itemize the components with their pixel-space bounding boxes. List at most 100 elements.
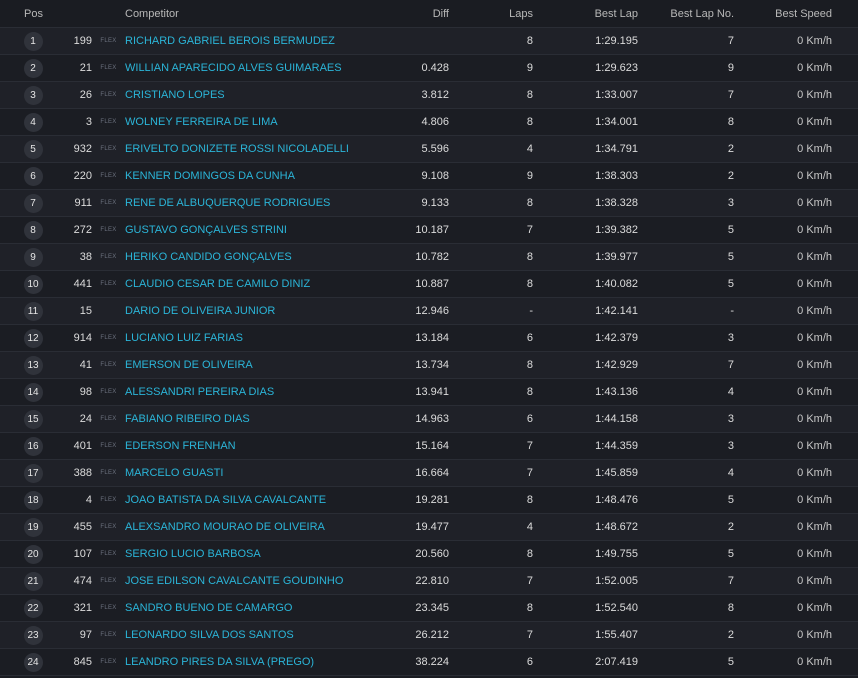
position-badge: 20 (23, 544, 43, 564)
best-lap-no-value: 8 (727, 116, 734, 128)
competitor-name-link[interactable]: FABIANO RIBEIRO DIAS (125, 413, 390, 425)
table-row[interactable]: 13 41 FLEX EMERSON DE OLIVEIRA 13.734 8 … (0, 352, 858, 379)
competitor-name-link[interactable]: ALESSANDRI PEREIRA DIAS (125, 386, 390, 398)
table-row[interactable]: 23 97 FLEX LEONARDO SILVA DOS SANTOS 26.… (0, 622, 858, 649)
diff-value: 23.345 (415, 602, 449, 614)
competitor-name-link[interactable]: RICHARD GABRIEL BEROIS BERMUDEZ (125, 35, 390, 47)
diff-value: 9.133 (421, 197, 449, 209)
competitor-name-link[interactable]: LEONARDO SILVA DOS SANTOS (125, 629, 390, 641)
competitor-name-link[interactable]: EMERSON DE OLIVEIRA (125, 359, 390, 371)
table-row[interactable]: 11 15 DARIO DE OLIVEIRA JUNIOR 12.946 - … (0, 298, 858, 325)
table-row[interactable]: 17 388 FLEX MARCELO GUASTI 16.664 7 1:45… (0, 460, 858, 487)
header-competitor[interactable]: Competitor (125, 8, 390, 20)
table-row[interactable]: 4 3 FLEX WOLNEY FERREIRA DE LIMA 4.806 8… (0, 109, 858, 136)
table-row[interactable]: 6 220 FLEX KENNER DOMINGOS DA CUNHA 9.10… (0, 163, 858, 190)
competitor-name-link[interactable]: RENE DE ALBUQUERQUE RODRIGUES (125, 197, 390, 209)
competitor-name-link[interactable]: GUSTAVO GONÇALVES STRINI (125, 224, 390, 236)
table-row[interactable]: 16 401 FLEX EDERSON FRENHAN 15.164 7 1:4… (0, 433, 858, 460)
competitor-name-link[interactable]: ALEXSANDRO MOURAO DE OLIVEIRA (125, 521, 390, 533)
car-number: 107 (73, 548, 92, 560)
header-laps[interactable]: Laps (449, 8, 533, 20)
diff-value: 16.664 (415, 467, 449, 479)
table-row[interactable]: 1 199 FLEX RICHARD GABRIEL BEROIS BERMUD… (0, 28, 858, 55)
table-row[interactable]: 18 4 FLEX JOAO BATISTA DA SILVA CAVALCAN… (0, 487, 858, 514)
competitor-name-link[interactable]: WOLNEY FERREIRA DE LIMA (125, 116, 390, 128)
diff-value: 13.941 (415, 386, 449, 398)
best-lap-no-value: 7 (727, 89, 734, 101)
best-lap-value: 1:34.001 (595, 116, 638, 128)
diff-value: 5.596 (421, 143, 449, 155)
table-row[interactable]: 19 455 FLEX ALEXSANDRO MOURAO DE OLIVEIR… (0, 514, 858, 541)
best-lap-no-value: 2 (727, 521, 734, 533)
competitor-name-link[interactable]: JOAO BATISTA DA SILVA CAVALCANTE (125, 494, 390, 506)
position-badge: 23 (23, 625, 43, 645)
competitor-name-link[interactable]: CLAUDIO CESAR DE CAMILO DINIZ (125, 278, 390, 290)
diff-value: 15.164 (415, 440, 449, 452)
competitor-name-link[interactable]: SANDRO BUENO DE CAMARGO (125, 602, 390, 614)
header-best-speed[interactable]: Best Speed (734, 8, 832, 20)
table-row[interactable]: 22 321 FLEX SANDRO BUENO DE CAMARGO 23.3… (0, 595, 858, 622)
table-row[interactable]: 3 26 FLEX CRISTIANO LOPES 3.812 8 1:33.0… (0, 82, 858, 109)
table-row[interactable]: 10 441 FLEX CLAUDIO CESAR DE CAMILO DINI… (0, 271, 858, 298)
competitor-name-link[interactable]: DARIO DE OLIVEIRA JUNIOR (125, 305, 390, 317)
best-speed-value: 0 Km/h (797, 467, 832, 479)
diff-value: 38.224 (415, 656, 449, 668)
table-row[interactable]: 7 911 FLEX RENE DE ALBUQUERQUE RODRIGUES… (0, 190, 858, 217)
table-row[interactable]: 20 107 FLEX SERGIO LUCIO BARBOSA 20.560 … (0, 541, 858, 568)
position-badge: 22 (23, 598, 43, 618)
position-badge: 21 (23, 571, 43, 591)
competitor-name-link[interactable]: ERIVELTO DONIZETE ROSSI NICOLADELLI (125, 143, 390, 155)
header-pos[interactable]: Pos (0, 8, 66, 20)
diff-value: 10.782 (415, 251, 449, 263)
class-tag: FLEX (100, 38, 117, 44)
table-row[interactable]: 9 38 FLEX HERIKO CANDIDO GONÇALVES 10.78… (0, 244, 858, 271)
best-lap-value: 1:48.476 (595, 494, 638, 506)
position-cell: 4 (0, 112, 66, 132)
header-diff[interactable]: Diff (390, 8, 449, 20)
table-row[interactable]: 2 21 FLEX WILLIAN APARECIDO ALVES GUIMAR… (0, 55, 858, 82)
table-row[interactable]: 8 272 FLEX GUSTAVO GONÇALVES STRINI 10.1… (0, 217, 858, 244)
car-number: 845 (73, 656, 92, 668)
car-number: 914 (73, 332, 92, 344)
position-cell: 12 (0, 328, 66, 348)
table-row[interactable]: 15 24 FLEX FABIANO RIBEIRO DIAS 14.963 6… (0, 406, 858, 433)
competitor-name-link[interactable]: SERGIO LUCIO BARBOSA (125, 548, 390, 560)
table-row[interactable]: 5 932 FLEX ERIVELTO DONIZETE ROSSI NICOL… (0, 136, 858, 163)
best-speed-value: 0 Km/h (797, 386, 832, 398)
competitor-name-link[interactable]: WILLIAN APARECIDO ALVES GUIMARAES (125, 62, 390, 74)
table-row[interactable]: 21 474 FLEX JOSE EDILSON CAVALCANTE GOUD… (0, 568, 858, 595)
class-tag: FLEX (100, 605, 117, 611)
competitor-name-link[interactable]: JOSE EDILSON CAVALCANTE GOUDINHO (125, 575, 390, 587)
best-speed-value: 0 Km/h (797, 35, 832, 47)
competitor-name-link[interactable]: LEANDRO PIRES DA SILVA (PREGO) (125, 656, 390, 668)
laps-value: 4 (526, 143, 533, 155)
best-lap-no-value: 2 (727, 170, 734, 182)
table-row[interactable]: 14 98 FLEX ALESSANDRI PEREIRA DIAS 13.94… (0, 379, 858, 406)
diff-value: 9.108 (421, 170, 449, 182)
best-lap-value: 1:45.859 (595, 467, 638, 479)
diff-value: 13.184 (415, 332, 449, 344)
diff-value: 26.212 (415, 629, 449, 641)
competitor-name-link[interactable]: HERIKO CANDIDO GONÇALVES (125, 251, 390, 263)
header-best-lap[interactable]: Best Lap (533, 8, 638, 20)
table-row[interactable]: 12 914 FLEX LUCIANO LUIZ FARIAS 13.184 6… (0, 325, 858, 352)
class-tag: FLEX (100, 632, 117, 638)
best-lap-value: 1:29.195 (595, 35, 638, 47)
class-tag: FLEX (100, 227, 117, 233)
position-cell: 16 (0, 436, 66, 456)
laps-value: 8 (526, 278, 533, 290)
table-row[interactable]: 24 845 FLEX LEANDRO PIRES DA SILVA (PREG… (0, 649, 858, 676)
competitor-name-link[interactable]: CRISTIANO LOPES (125, 89, 390, 101)
header-best-lap-no[interactable]: Best Lap No. (638, 8, 734, 20)
best-lap-no-value: 7 (727, 575, 734, 587)
diff-value: 20.560 (415, 548, 449, 560)
competitor-name-link[interactable]: EDERSON FRENHAN (125, 440, 390, 452)
laps-value: 7 (526, 224, 533, 236)
competitor-name-link[interactable]: KENNER DOMINGOS DA CUNHA (125, 170, 390, 182)
competitor-name-link[interactable]: MARCELO GUASTI (125, 467, 390, 479)
car-number: 38 (79, 251, 92, 263)
competitor-name-link[interactable]: LUCIANO LUIZ FARIAS (125, 332, 390, 344)
position-badge: 4 (23, 112, 43, 132)
best-speed-value: 0 Km/h (797, 602, 832, 614)
best-speed-value: 0 Km/h (797, 170, 832, 182)
